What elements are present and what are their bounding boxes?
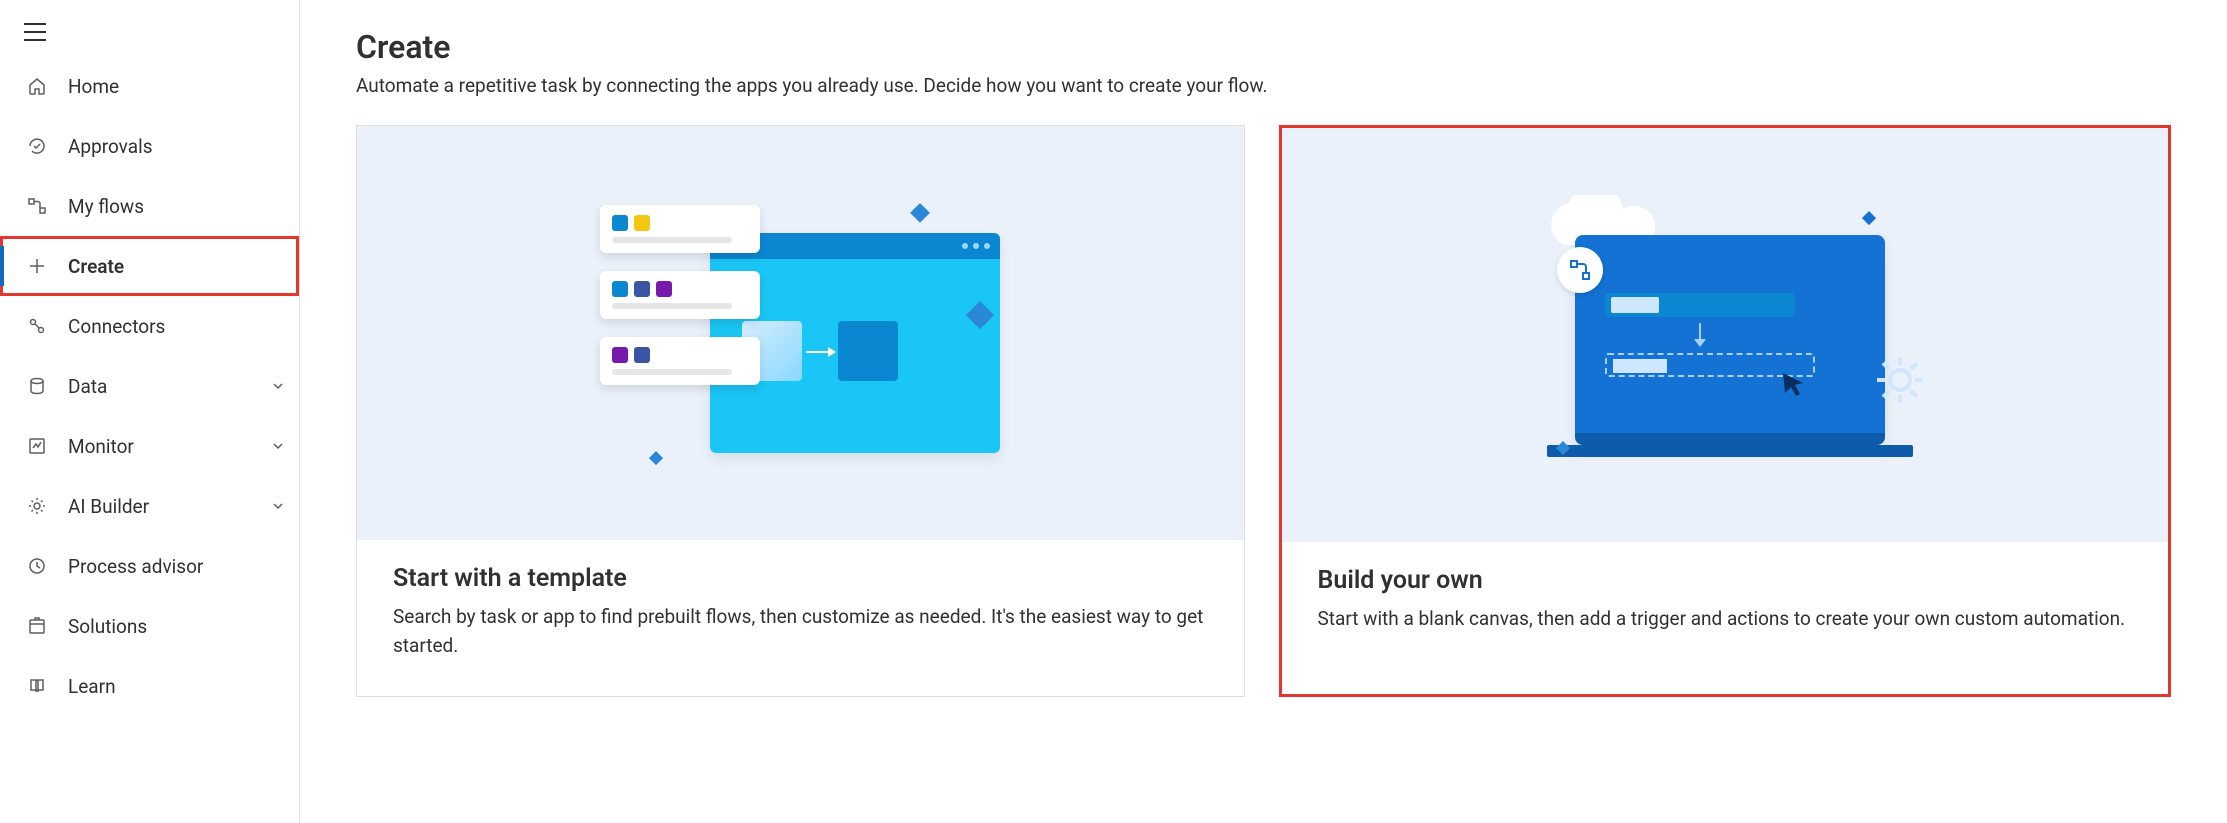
learn-icon: [24, 673, 50, 699]
connectors-icon: [24, 313, 50, 339]
sidebar-item-monitor[interactable]: Monitor: [0, 416, 299, 476]
sidebar-item-label: Process advisor: [68, 555, 203, 578]
card-title: Build your own: [1318, 566, 2133, 595]
flow-badge-icon: [1557, 247, 1603, 293]
hamburger-icon[interactable]: [24, 23, 46, 41]
card-illustration: [357, 126, 1244, 540]
sidebar-item-label: Monitor: [68, 435, 134, 458]
sidebar: Home Approvals My flows Create Connector: [0, 0, 300, 823]
sidebar-item-label: Learn: [68, 675, 116, 698]
card-illustration: [1282, 128, 2169, 542]
sidebar-item-process-advisor[interactable]: Process advisor: [0, 536, 299, 596]
sidebar-item-solutions[interactable]: Solutions: [0, 596, 299, 656]
chevron-down-icon: [271, 495, 285, 518]
sidebar-item-approvals[interactable]: Approvals: [0, 116, 299, 176]
data-icon: [24, 373, 50, 399]
menu-toggle-row: [0, 8, 299, 56]
card-desc: Start with a blank canvas, then add a tr…: [1318, 605, 2133, 634]
sidebar-item-my-flows[interactable]: My flows: [0, 176, 299, 236]
sidebar-item-connectors[interactable]: Connectors: [0, 296, 299, 356]
sidebar-item-home[interactable]: Home: [0, 56, 299, 116]
sidebar-item-label: Approvals: [68, 135, 153, 158]
card-build-your-own[interactable]: Build your own Start with a blank canvas…: [1279, 125, 2172, 697]
sidebar-item-ai-builder[interactable]: AI Builder: [0, 476, 299, 536]
sidebar-item-label: My flows: [68, 195, 144, 218]
plus-icon: [24, 253, 50, 279]
monitor-icon: [24, 433, 50, 459]
home-icon: [24, 73, 50, 99]
card-title: Start with a template: [393, 564, 1208, 593]
sidebar-item-label: AI Builder: [68, 495, 149, 518]
sidebar-item-learn[interactable]: Learn: [0, 656, 299, 716]
sidebar-item-label: Home: [68, 75, 119, 98]
page-subtitle: Automate a repetitive task by connecting…: [356, 74, 2171, 97]
card-desc: Search by task or app to find prebuilt f…: [393, 603, 1208, 660]
chevron-down-icon: [271, 435, 285, 458]
sidebar-item-label: Solutions: [68, 615, 147, 638]
process-advisor-icon: [24, 553, 50, 579]
sidebar-item-label: Connectors: [68, 315, 165, 338]
app-root: Home Approvals My flows Create Connector: [0, 0, 2227, 823]
chevron-down-icon: [271, 375, 285, 398]
approvals-icon: [24, 133, 50, 159]
create-cards-row: Start with a template Search by task or …: [356, 125, 2171, 697]
main-content: Create Automate a repetitive task by con…: [300, 0, 2227, 823]
sidebar-item-data[interactable]: Data: [0, 356, 299, 416]
card-start-with-template[interactable]: Start with a template Search by task or …: [356, 125, 1245, 697]
my-flows-icon: [24, 193, 50, 219]
sidebar-item-create[interactable]: Create: [0, 236, 299, 296]
sidebar-item-label: Create: [68, 255, 124, 278]
page-title: Create: [356, 28, 2171, 66]
solutions-icon: [24, 613, 50, 639]
sidebar-item-label: Data: [68, 375, 107, 398]
ai-builder-icon: [24, 493, 50, 519]
